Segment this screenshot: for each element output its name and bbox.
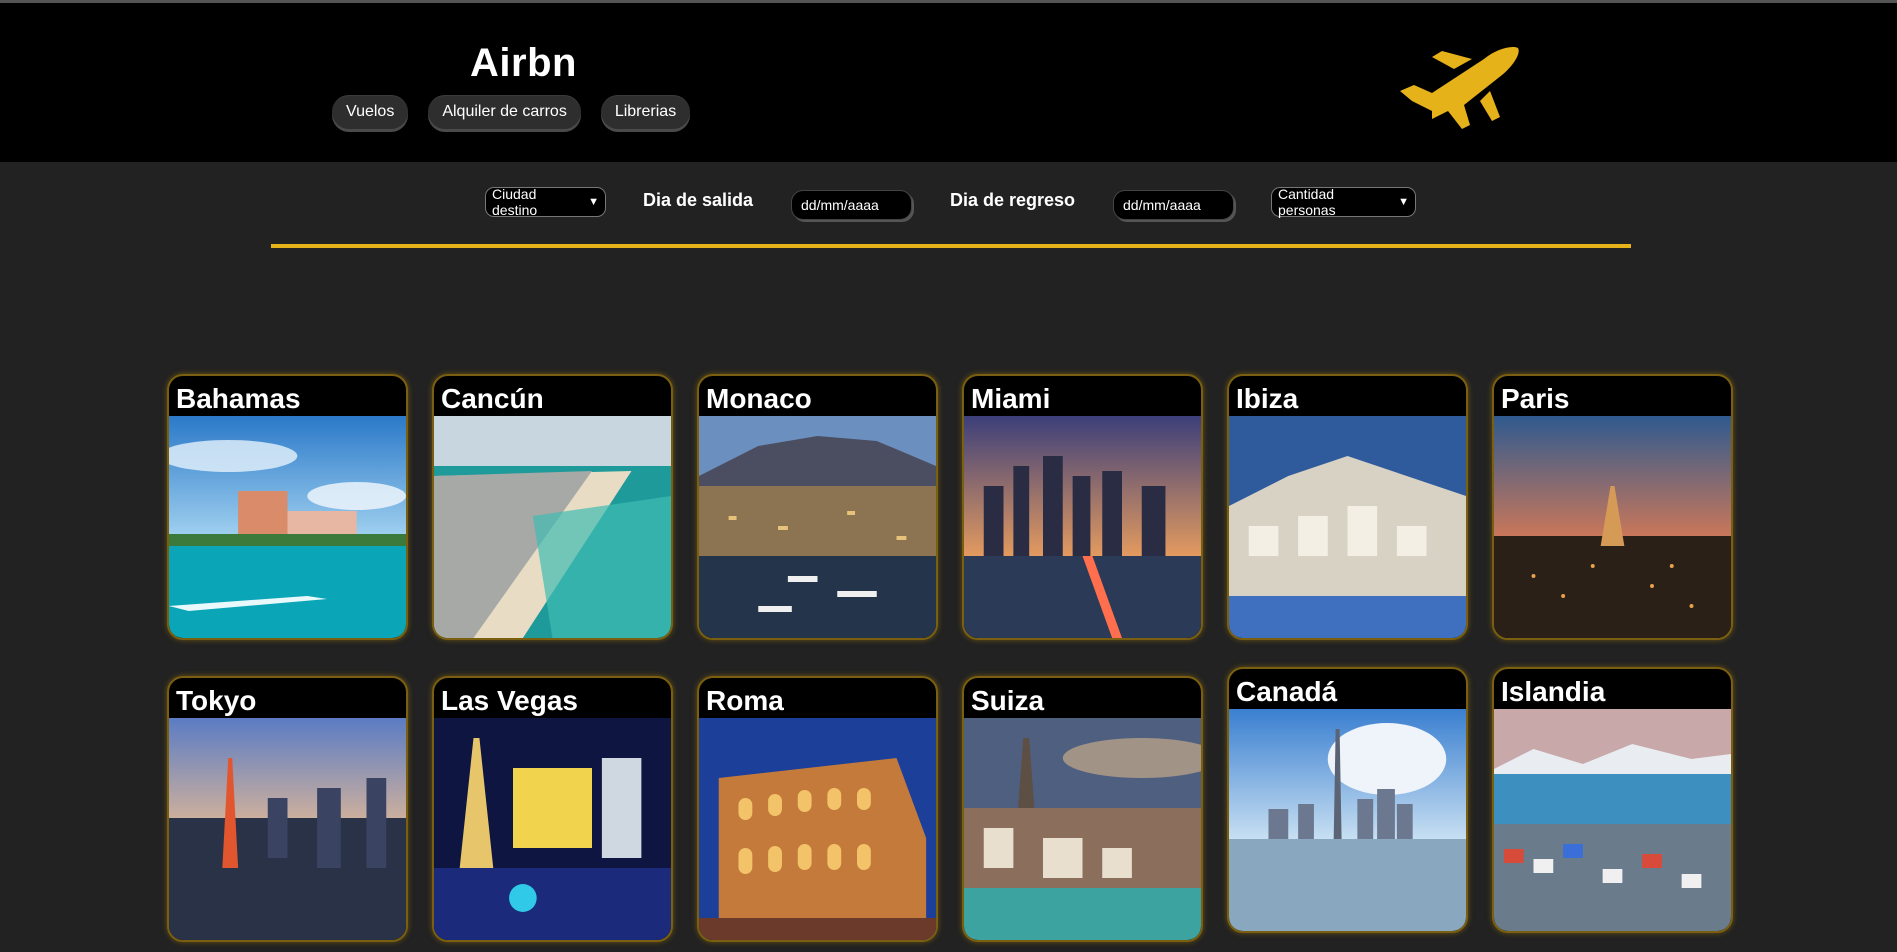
departure-date-input[interactable]: dd/mm/aaaa [791, 190, 912, 220]
roma-image [699, 718, 936, 940]
card-title: Las Vegas [441, 685, 578, 716]
card-title: Roma [706, 685, 784, 716]
card-title: Monaco [706, 383, 812, 414]
airplane-icon [1400, 47, 1519, 129]
chevron-down-icon: ▼ [1398, 196, 1409, 208]
nav-alquiler-carros-button[interactable]: Alquiler de carros [428, 95, 581, 129]
islandia-image [1494, 709, 1731, 931]
las-vegas-image [434, 718, 671, 940]
site-header: Airbn Vuelos Alquiler de carros Libreria… [0, 3, 1897, 162]
return-label: Dia de regreso [950, 190, 1076, 210]
card-title: Tokyo [176, 685, 257, 716]
city-select[interactable]: Ciudad destino ▼ [485, 186, 606, 218]
destination-card-miami[interactable]: Miami [962, 374, 1203, 640]
card-title: Canadá [1236, 676, 1338, 707]
card-title: Miami [971, 383, 1051, 414]
destination-card-roma[interactable]: Roma [697, 676, 938, 942]
nav-vuelos-button[interactable]: Vuelos [332, 95, 409, 129]
destination-card-monaco[interactable]: Monaco [697, 374, 938, 640]
card-title: Cancún [441, 383, 544, 414]
card-title: Paris [1501, 383, 1570, 414]
search-bar: Ciudad destino ▼ Dia de salida dd/mm/aaa… [0, 183, 1897, 223]
divider-line [271, 244, 1631, 248]
destination-card-islandia[interactable]: Islandia [1492, 667, 1733, 933]
nav-librerias-button[interactable]: Librerias [600, 95, 691, 129]
card-title: Suiza [971, 685, 1045, 716]
ibiza-image [1229, 416, 1466, 638]
city-select-value: Ciudad destino [492, 186, 538, 218]
main-nav: Vuelos Alquiler de carros Librerias [332, 95, 691, 129]
destination-card-las-vegas[interactable]: Las Vegas [432, 676, 673, 942]
destination-card-cancun[interactable]: Cancún [432, 374, 673, 640]
people-select[interactable]: Cantidad personas ▼ [1271, 186, 1416, 218]
destination-card-suiza[interactable]: Suiza [962, 676, 1203, 942]
card-title: Ibiza [1236, 383, 1299, 414]
destination-card-bahamas[interactable]: Bahamas [167, 374, 408, 640]
destinations-grid: Bahamas Cancún Monaco Miami Ibiza Paris … [167, 374, 1737, 952]
card-title: Islandia [1501, 676, 1606, 707]
monaco-image [699, 416, 936, 638]
paris-image [1494, 416, 1731, 638]
brand-title: Airbn [470, 41, 577, 85]
miami-image [964, 416, 1201, 638]
tokyo-image [169, 718, 406, 940]
departure-label: Dia de salida [643, 190, 754, 210]
canada-image [1229, 709, 1466, 931]
cancun-image [434, 416, 671, 638]
people-select-value: Cantidad personas [1278, 186, 1336, 218]
chevron-down-icon: ▼ [588, 196, 599, 208]
bahamas-image [169, 416, 406, 638]
destination-card-canada[interactable]: Canadá [1227, 667, 1468, 933]
return-date-input[interactable]: dd/mm/aaaa [1113, 190, 1234, 220]
destination-card-paris[interactable]: Paris [1492, 374, 1733, 640]
destination-card-ibiza[interactable]: Ibiza [1227, 374, 1468, 640]
destination-card-tokyo[interactable]: Tokyo [167, 676, 408, 942]
suiza-image [964, 718, 1201, 940]
card-title: Bahamas [176, 383, 301, 414]
